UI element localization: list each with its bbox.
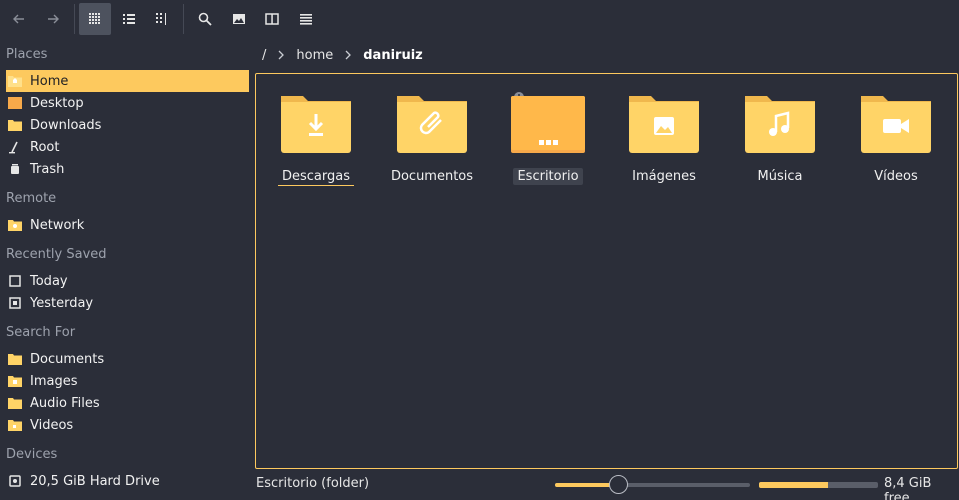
sidebar-item-today[interactable]: Today	[6, 270, 249, 292]
breadcrumb: / home daniruiz	[256, 44, 429, 66]
sidebar-item-label: Trash	[30, 161, 65, 177]
folder-label: Música	[757, 169, 803, 184]
videos-folder-icon	[861, 96, 931, 153]
back-button[interactable]	[3, 3, 35, 35]
image-icon	[233, 14, 245, 24]
places-section-title: Places	[6, 47, 48, 62]
sidebar-item-label: Documents	[30, 351, 105, 367]
music-folder-icon	[745, 96, 815, 153]
audio-folder-icon	[8, 396, 22, 410]
downloads-folder-icon	[8, 118, 22, 132]
folder-label: Escritorio	[513, 168, 583, 185]
disk-usage-bar	[759, 482, 878, 488]
sidebar-item-audio-files[interactable]: Audio Files	[6, 392, 249, 414]
sidebar-item-label: Desktop	[30, 95, 84, 111]
sidebar-item-label: Audio Files	[30, 395, 100, 411]
root-icon	[8, 140, 22, 154]
pictures-folder-icon	[629, 96, 699, 153]
toolbar	[0, 0, 959, 38]
compact-view-button[interactable]	[146, 3, 178, 35]
search-section-title: Search For	[6, 325, 76, 340]
sidebar-item-label: Videos	[30, 417, 74, 433]
desktop-folder-icon	[8, 96, 22, 110]
details-view-button[interactable]	[113, 3, 145, 35]
folder-label: Imágenes	[632, 169, 696, 184]
hard-drive-icon	[8, 474, 22, 488]
sidebar-item-label: Root	[30, 139, 60, 155]
icon-view-button[interactable]	[79, 3, 111, 35]
sidebar-item-label: Downloads	[30, 117, 102, 133]
status-text: Escritorio (folder)	[256, 476, 370, 491]
videos-folder-icon	[8, 418, 22, 432]
grid-icon	[89, 13, 100, 24]
folder-label: Documentos	[390, 169, 474, 184]
sidebar-item-downloads[interactable]: Downloads	[6, 114, 249, 136]
folder-item-videos[interactable]: Vídeos	[844, 92, 948, 192]
sidebar-item-home[interactable]: Home	[6, 70, 249, 92]
forward-button[interactable]	[37, 3, 69, 35]
documents-folder-icon	[397, 96, 467, 153]
chevron-right-icon	[276, 50, 286, 60]
sidebar-item-images[interactable]: Images	[6, 370, 249, 392]
folder-label: Descargas	[277, 168, 354, 186]
free-space-text: 8,4 GiB free	[884, 476, 932, 500]
sidebar-item-label: Yesterday	[30, 295, 94, 311]
folder-item-imagenes[interactable]: Imágenes	[612, 92, 716, 192]
sidebar-item-documents[interactable]: Documents	[6, 348, 249, 370]
arrow-right-icon	[48, 14, 59, 24]
split-view-icon	[265, 13, 279, 25]
sidebar-item-network[interactable]: Network	[6, 214, 249, 236]
breadcrumb-home[interactable]: home	[290, 48, 339, 63]
remote-section-title: Remote	[6, 191, 57, 206]
breadcrumb-current[interactable]: daniruiz	[357, 48, 428, 63]
sidebar-item-label: Network	[30, 217, 85, 233]
folder-item-descargas[interactable]: Descargas	[264, 92, 368, 192]
sidebar-item-trash[interactable]: Trash	[6, 158, 249, 180]
zoom-slider-handle[interactable]	[609, 475, 628, 494]
download-folder-icon	[281, 96, 351, 153]
menu-button[interactable]	[290, 3, 322, 35]
sidebar-item-label: Images	[30, 373, 78, 389]
sidebar-item-hard-drive[interactable]: 20,5 GiB Hard Drive	[6, 470, 249, 492]
sidebar-item-videos[interactable]: Videos	[6, 414, 249, 436]
preview-button[interactable]	[223, 3, 255, 35]
compact-grid-icon	[156, 13, 166, 25]
search-icon	[198, 12, 212, 26]
images-folder-icon	[8, 374, 22, 388]
zoom-slider[interactable]	[555, 483, 750, 487]
folder-label: Vídeos	[874, 169, 918, 184]
calendar-icon	[8, 296, 22, 310]
network-folder-icon	[8, 218, 22, 232]
disk-usage-fill	[759, 482, 828, 488]
documents-folder-icon	[8, 352, 22, 366]
split-view-button[interactable]	[256, 3, 288, 35]
sidebar-item-label: 20,5 GiB Hard Drive	[30, 473, 160, 489]
trash-icon	[8, 162, 22, 176]
sidebar-item-desktop[interactable]: Desktop	[6, 92, 249, 114]
arrow-left-icon	[13, 14, 24, 24]
folder-item-escritorio[interactable]: Escritorio	[496, 92, 600, 192]
list-icon	[123, 14, 135, 24]
sidebar: Places Home Desktop Downloads Root Trash…	[0, 38, 250, 500]
sidebar-item-label: Home	[30, 73, 69, 89]
devices-section-title: Devices	[6, 447, 58, 462]
search-button[interactable]	[189, 3, 221, 35]
calendar-icon	[8, 274, 22, 288]
sidebar-item-yesterday[interactable]: Yesterday	[6, 292, 249, 314]
home-folder-icon	[8, 74, 22, 88]
chevron-right-icon	[343, 50, 353, 60]
folder-item-documentos[interactable]: Documentos	[380, 92, 484, 192]
file-view[interactable]: Descargas Documentos Escritorio Imágenes…	[255, 73, 958, 469]
folder-item-musica[interactable]: Música	[728, 92, 832, 192]
sidebar-item-root[interactable]: Root	[6, 136, 249, 158]
desktop-folder-icon	[511, 92, 585, 153]
recent-section-title: Recently Saved	[6, 247, 107, 262]
breadcrumb-root[interactable]: /	[256, 48, 272, 63]
hamburger-menu-icon	[300, 14, 312, 25]
sidebar-item-label: Today	[30, 273, 68, 289]
